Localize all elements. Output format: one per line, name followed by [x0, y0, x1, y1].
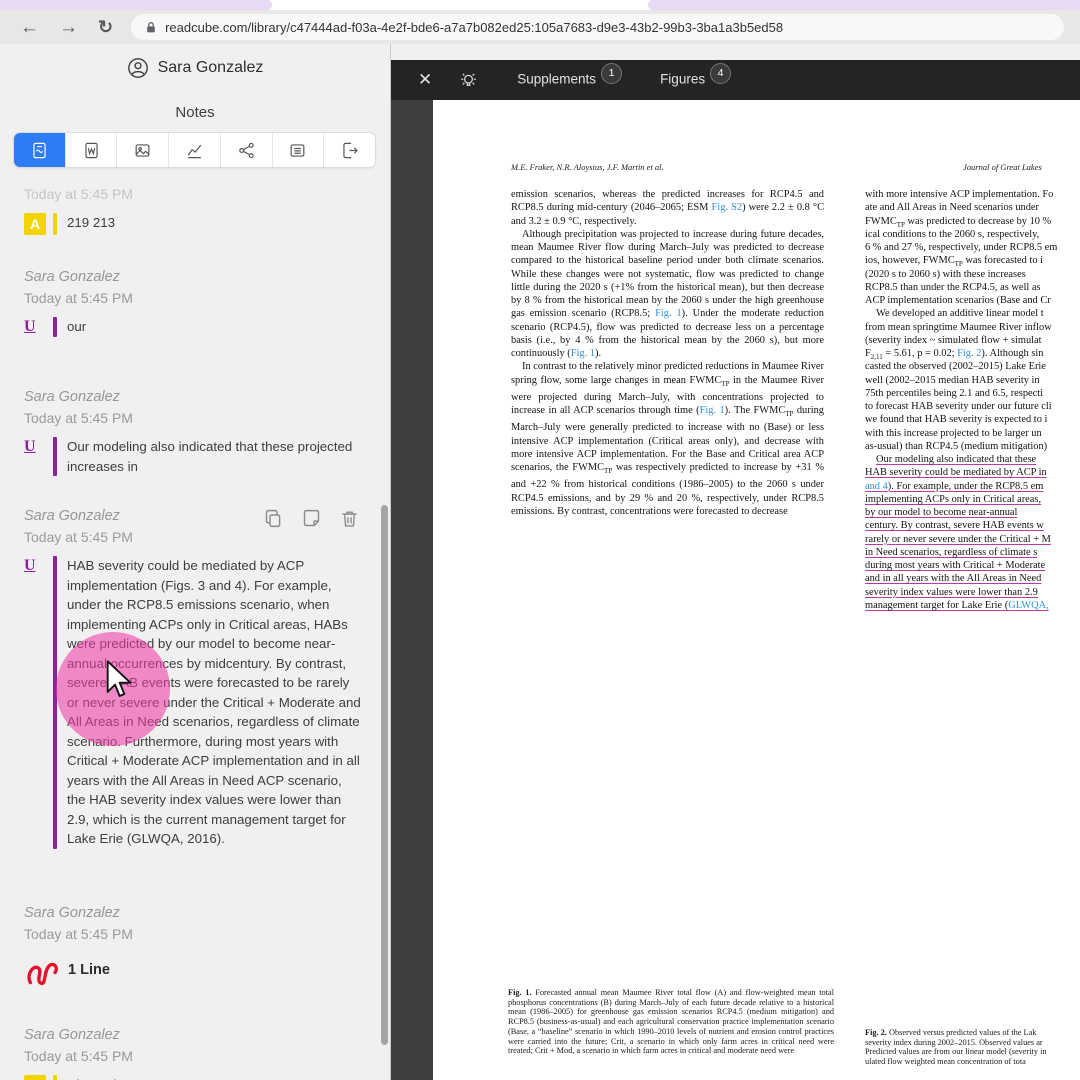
word-icon: [82, 141, 101, 160]
note-author: Sara Gonzalez: [24, 389, 378, 405]
tool-notes-view[interactable]: [14, 133, 66, 167]
note-entry[interactable]: Sara Gonzalez Today at 5:45 PM Uour: [24, 269, 378, 337]
image-icon: [133, 141, 152, 160]
caption-line: Predicted values are from our linear mod…: [865, 1047, 1047, 1057]
highlight-bar: [53, 213, 57, 235]
copy-icon[interactable]: [263, 508, 284, 534]
note-time: Today at 5:45 PM: [24, 290, 378, 306]
caption-line: Fig. 2. Observed versus predicted values…: [865, 1028, 1047, 1038]
note-entry[interactable]: Sara Gonzalez Today at 5:45 PM U Our modeli…: [24, 389, 378, 476]
note-content: U Our modeling also indicated that these …: [24, 437, 378, 476]
note-entry[interactable]: Sara Gonzalez Today at 5:45 PM 1 Line: [24, 905, 378, 994]
note-text: 219 213: [67, 213, 363, 233]
forward-icon[interactable]: →: [59, 18, 78, 37]
lightbulb-icon[interactable]: [458, 70, 479, 91]
tool-list-view[interactable]: [273, 133, 325, 167]
browser-tab-right[interactable]: [648, 0, 1080, 10]
tool-export-view[interactable]: [324, 133, 375, 167]
highlight-icon: A: [24, 1075, 46, 1080]
note-author: Sara Gonzalez: [24, 269, 378, 285]
supplements-count-badge: 1: [601, 63, 622, 84]
browser-tab-left[interactable]: [0, 0, 272, 10]
browser-toolbar: ← → ↻ readcube.com/library/c47444ad-f03a…: [0, 10, 1080, 44]
underline-icon: U: [24, 437, 46, 457]
underline-icon: U: [24, 317, 46, 337]
browser-tab-strip: [0, 0, 1080, 10]
export-icon: [340, 141, 359, 160]
note-content: A Discussion To: [24, 1075, 378, 1080]
note-actions: [263, 508, 360, 534]
underline-icon: U: [24, 556, 46, 576]
viewer-top-strip: [391, 44, 1080, 60]
sidebar-scrollbar[interactable]: [381, 505, 388, 1045]
note-content: 1 Line: [24, 953, 378, 994]
url-text: readcube.com/library/c47444ad-f03a-4e2f-…: [165, 20, 783, 35]
chart-icon: [185, 141, 204, 160]
address-bar[interactable]: readcube.com/library/c47444ad-f03a-4e2f-…: [131, 14, 1064, 40]
highlight-bar: [53, 1075, 57, 1080]
note-author: Sara Gonzalez: [24, 905, 378, 921]
share-icon: [237, 141, 256, 160]
supplements-tab[interactable]: Supplements1: [517, 70, 622, 91]
panel-title: Notes: [0, 104, 390, 121]
notes-sidebar: Sara Gonzalez Notes Today at 5:45 PM A 21…: [0, 44, 391, 1080]
note-entry[interactable]: Sara Gonzalez Today at 5:45 PM A Discussion…: [24, 1027, 378, 1080]
note-time: Today at 5:45 PM: [24, 1048, 378, 1064]
figure-2-scatter: [858, 692, 1080, 1022]
underline-bar: [53, 437, 57, 476]
tool-figures-view[interactable]: [117, 133, 169, 167]
avatar-icon: [127, 57, 149, 79]
figure-1-caption: Fig. 1. Forecasted annual mean Maumee Ri…: [508, 988, 834, 1056]
note-text: 1 Line: [68, 961, 364, 981]
note-content: A 219 213: [24, 213, 378, 235]
highlight-icon: A: [24, 213, 46, 235]
figure-2-caption: Fig. 2. Observed versus predicted values…: [865, 1028, 1047, 1067]
pdf-page: M.E. Fraker, N.R. Aloysius, J.F. Martin …: [433, 100, 1080, 1080]
note-icon[interactable]: [301, 508, 322, 534]
caption-line: severity index during 2002–2015. Observe…: [865, 1038, 1047, 1048]
note-time-partial: Today at 5:45 PM: [24, 186, 378, 202]
note-time: Today at 5:45 PM: [24, 926, 378, 942]
tool-graph-view[interactable]: [221, 133, 273, 167]
underline-bar: [53, 317, 57, 337]
note-text: Discussion To: [67, 1075, 363, 1080]
note-text: Our modeling also indicated that these p…: [67, 437, 363, 476]
note-content: Uour: [24, 317, 378, 337]
reload-icon[interactable]: ↻: [98, 18, 113, 36]
underline-bar: [53, 556, 57, 849]
note-author: Sara Gonzalez: [24, 1027, 378, 1043]
figures-count-badge: 4: [710, 63, 731, 84]
pdf-viewer: ✕ Supplements1 Figures4 M.E. Fraker, N.R…: [391, 44, 1080, 1080]
lock-icon: [145, 21, 157, 34]
notes-list: Today at 5:45 PM A 219 213 Sara Gonzalez To…: [0, 182, 378, 1080]
figures-tab[interactable]: Figures4: [660, 70, 731, 91]
caption-line: ulated flow weighted mean concentration …: [865, 1057, 1047, 1067]
notes-toolbar: [13, 132, 376, 168]
note-text: our: [67, 317, 363, 337]
list-icon: [288, 141, 307, 160]
user-header: Sara Gonzalez: [0, 44, 390, 79]
close-icon[interactable]: ✕: [418, 70, 432, 90]
pdf-toolbar: ✕ Supplements1 Figures4: [391, 60, 1080, 100]
trash-icon[interactable]: [339, 508, 360, 534]
mouse-cursor-icon: [104, 660, 138, 700]
squiggle-icon: [24, 953, 68, 994]
note-entry[interactable]: A 219 213: [24, 213, 378, 235]
tool-word-export[interactable]: [66, 133, 118, 167]
note-time: Today at 5:45 PM: [24, 410, 378, 426]
doc-icon: [30, 141, 49, 160]
user-name: Sara Gonzalez: [158, 59, 264, 77]
back-icon[interactable]: ←: [20, 18, 39, 37]
tool-charts-view[interactable]: [169, 133, 221, 167]
